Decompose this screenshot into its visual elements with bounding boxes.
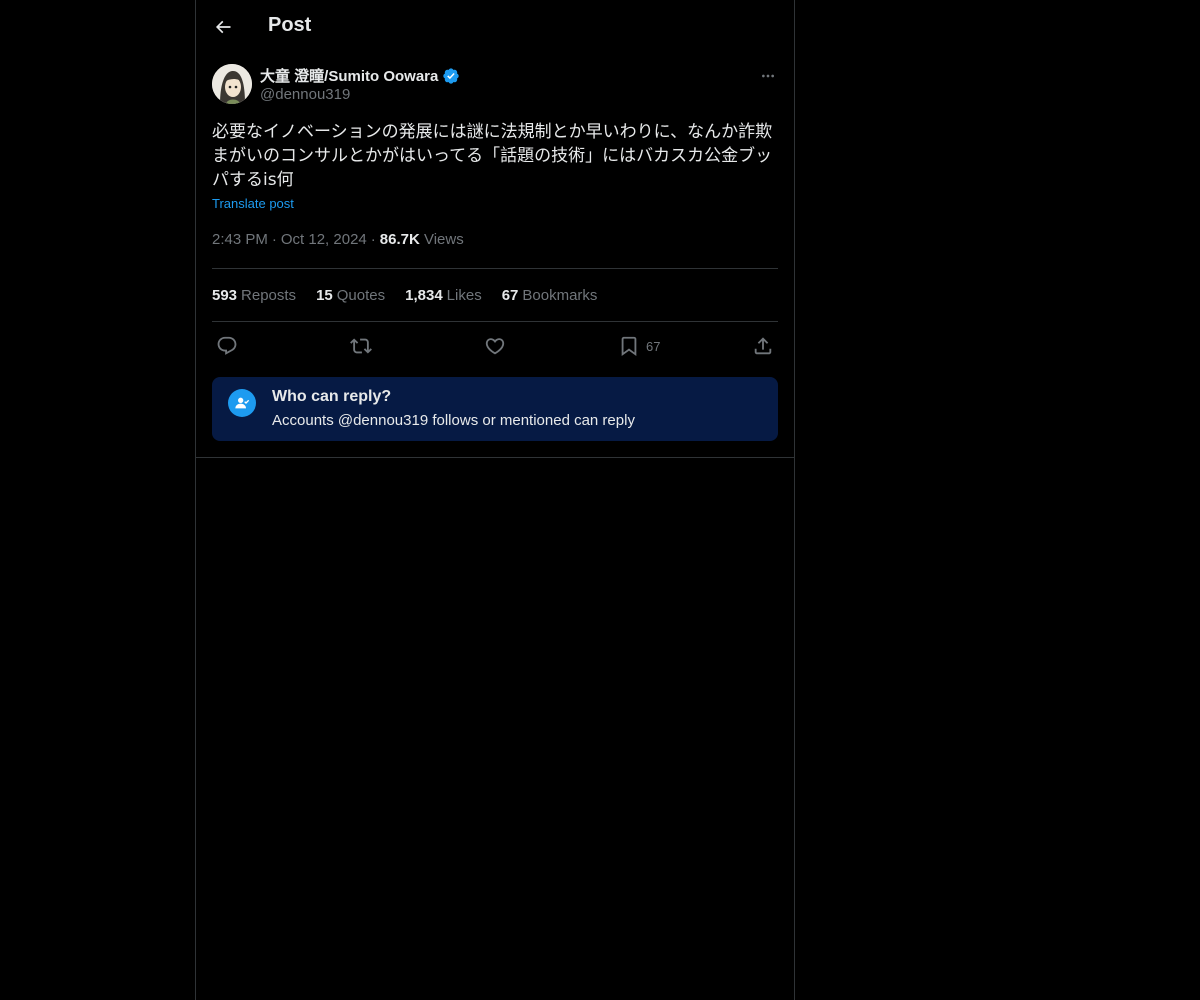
reply-icon <box>217 336 237 355</box>
views-label: Views <box>423 231 464 248</box>
bookmarks-stat[interactable]: 67 Bookmarks <box>502 287 598 304</box>
author-row: 大童 澄瞳/Sumito Oowara @dennou319 <box>212 64 778 106</box>
verified-badge-icon <box>442 67 460 85</box>
repost-icon <box>350 338 372 354</box>
post: 大童 澄瞳/Sumito Oowara @dennou319 必要なイノベーショ… <box>212 64 778 370</box>
user-check-icon <box>228 389 256 417</box>
quotes-stat[interactable]: 15 Quotes <box>316 287 385 304</box>
avatar[interactable] <box>212 64 252 104</box>
bookmark-icon <box>621 336 637 357</box>
post-time[interactable]: 2:43 PM <box>212 231 268 248</box>
reply-restriction-subtitle: Accounts @dennou319 follows or mentioned… <box>272 412 635 429</box>
meta-separator: · <box>271 231 277 248</box>
author-name[interactable]: 大童 澄瞳/Sumito Oowara <box>260 65 460 86</box>
meta-separator: · <box>370 231 376 248</box>
quotes-count: 15 <box>316 286 333 304</box>
likes-label: Likes <box>446 286 482 304</box>
repost-button[interactable] <box>350 334 372 358</box>
reposts-label: Reposts <box>241 286 297 304</box>
engagement-stats: 593 Reposts 15 Quotes 1,834 Likes 67 Bookmar… <box>212 269 778 321</box>
more-options-button[interactable] <box>758 66 778 86</box>
bookmarks-count: 67 <box>501 286 519 304</box>
author-name-text: 大童 澄瞳/Sumito Oowara <box>260 68 439 85</box>
reposts-stat[interactable]: 593 Reposts <box>212 287 296 304</box>
avatar-illustration <box>212 64 252 104</box>
likes-count: 1,834 <box>405 286 443 304</box>
author-handle[interactable]: @dennou319 <box>260 86 350 103</box>
bookmark-action-count: 67 <box>646 338 661 354</box>
reply-button[interactable] <box>216 334 238 358</box>
like-icon <box>485 338 505 355</box>
back-button[interactable] <box>207 11 239 43</box>
top-bar: Post <box>196 0 794 53</box>
page-title: Post <box>268 14 312 36</box>
main-column: Post 大童 澄瞳/Sumito Oowara @dennou319 必要なイ… <box>195 0 795 1000</box>
likes-stat[interactable]: 1,834 Likes <box>405 287 482 304</box>
share-button[interactable] <box>752 334 774 358</box>
quotes-label: Quotes <box>336 286 386 304</box>
bookmark-button[interactable]: 67 <box>618 334 660 358</box>
views-count: 86.7K <box>379 231 420 248</box>
reposts-count: 593 <box>212 286 238 304</box>
bookmarks-label: Bookmarks <box>522 286 598 304</box>
translate-post-link[interactable]: Translate post <box>212 196 294 211</box>
divider <box>196 457 794 458</box>
reply-restriction-notice: Who can reply? Accounts @dennou319 follo… <box>212 377 778 441</box>
action-bar: 67 <box>212 322 778 370</box>
arrow-left-icon <box>215 20 231 34</box>
more-horizontal-icon <box>762 74 774 78</box>
like-button[interactable] <box>484 334 506 358</box>
post-meta: 2:43 PM · Oct 12, 2024 · 86.7K Views <box>212 231 778 253</box>
post-text: 必要なイノベーションの発展には謎に法規制とか早いわりに、なんか詐欺まがいのコンサ… <box>212 122 773 190</box>
share-icon <box>754 337 772 355</box>
post-date[interactable]: Oct 12, 2024 <box>281 231 367 248</box>
reply-restriction-title: Who can reply? <box>272 388 392 405</box>
